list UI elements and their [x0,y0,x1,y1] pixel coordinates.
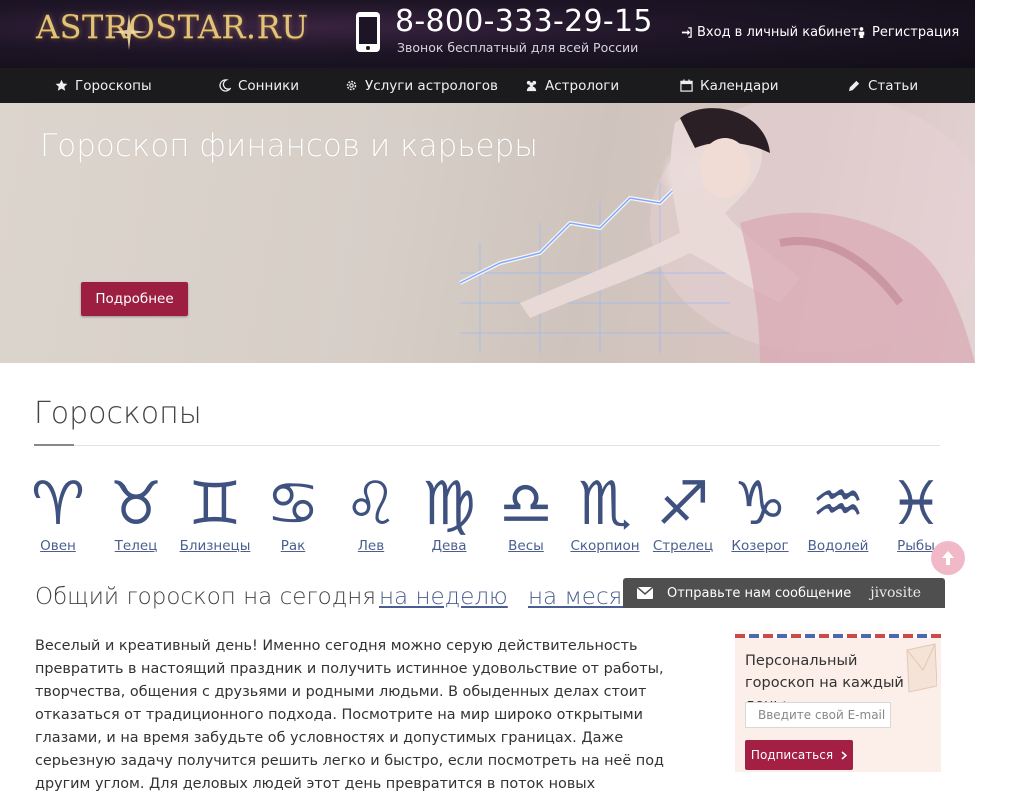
hero-title: Гороскоп финансов и карьеры [40,128,538,164]
hero-banner: Гороскоп финансов и карьеры Подробнее [0,103,975,363]
register-label: Регистрация [872,25,960,40]
chat-widget[interactable]: Отправьте нам сообщение jivosite [623,578,945,608]
zodiac-virgo[interactable]: ♍ Дева [411,470,487,554]
gemini-icon: ♊ [188,469,242,539]
nav-item-articles[interactable]: Статьи [848,68,918,103]
gear-icon [346,80,357,91]
zodiac-cancer[interactable]: ♋ Рак [255,470,331,554]
tab-week[interactable]: на неделю [379,584,508,610]
calendar-icon [680,79,693,92]
capricorn-icon: ♑ [733,469,787,539]
subscribe-button[interactable]: Подписаться [745,740,853,770]
nav-item-services[interactable]: Услуги астрологов [345,68,498,103]
zodiac-leo[interactable]: ♌ Лев [333,470,409,554]
tab-today[interactable]: Общий гороскоп на сегодня [35,584,376,610]
section-divider [34,445,940,446]
zodiac-aquarius[interactable]: ♒ Водолей [800,470,876,554]
sign-in-icon [681,27,692,38]
aries-icon: ♈ [31,469,85,539]
jivosite-logo: jivosite [870,585,921,601]
phone-icon [356,12,380,52]
login-link[interactable]: Вход в личный кабинет [681,25,859,40]
libra-icon: ♎ [499,469,553,539]
users-icon [526,80,537,92]
nav-item-astrologers[interactable]: Астрологи [525,68,619,103]
zodiac-gemini[interactable]: ♊ Близнецы [177,470,253,554]
star-icon [55,79,68,91]
aquarius-icon: ♒ [811,469,865,539]
section-divider-accent [34,444,74,446]
hero-faded-text [680,203,684,222]
email-input[interactable]: Введите свой E-mail [745,702,891,728]
sagittarius-icon: ♐ [656,469,710,539]
zodiac-signs-row: ♈ Овен ♉ Телец ♊ Близнецы ♋ Рак ♌ Лев ♍ … [20,470,950,560]
chevron-right-icon [841,750,848,760]
virgo-icon: ♍ [422,469,476,539]
pisces-icon: ♓ [889,469,943,539]
nav-item-calendars[interactable]: Календари [680,68,779,103]
zodiac-libra[interactable]: ♎ Весы [488,470,564,554]
phone-number[interactable]: 8-800-333-29-15 [395,4,653,39]
taurus-icon: ♉ [109,469,163,539]
zodiac-taurus[interactable]: ♉ Телец [98,470,174,554]
envelope-icon [637,587,653,599]
login-label: Вход в личный кабинет [697,25,859,40]
chat-widget-label: Отправьте нам сообщение [667,585,852,601]
nav-item-horoscopes[interactable]: Гороскопы [55,68,152,103]
arrow-up-icon [942,551,954,565]
hero-more-button[interactable]: Подробнее [81,282,188,316]
zodiac-capricorn[interactable]: ♑ Козерог [722,470,798,554]
site-logo[interactable]: ASTROSTAR.RU [36,8,309,50]
user-icon [858,27,865,38]
scorpio-icon: ♏ [578,469,632,539]
cancer-icon: ♋ [266,469,320,539]
nav-item-dreambooks[interactable]: Сонники [218,68,299,103]
subscribe-box-inner: Персональный гороскоп на каждый день: Вв… [735,638,941,772]
scroll-up-button[interactable] [931,541,965,575]
main-nav: Гороскопы Сонники Услуги астрологов Астр… [0,68,975,103]
tab-month[interactable]: на месяц [528,584,638,610]
horoscope-text: Веселый и креативный день! Именно сегодн… [35,638,664,792]
zodiac-scorpio[interactable]: ♏ Скорпион [567,470,643,554]
section-title: Гороскопы [34,396,202,431]
site-header: ASTROSTAR.RU 8-800-333-29-15 Звонок бесп… [0,0,975,68]
phone-note: Звонок бесплатный для всей России [397,40,639,55]
zodiac-aries[interactable]: ♈ Овен [20,470,96,554]
leo-icon: ♌ [344,469,398,539]
pencil-icon [848,80,860,92]
register-link[interactable]: Регистрация [856,25,959,40]
moon-icon [219,79,231,92]
zodiac-sagittarius[interactable]: ♐ Стрелец [645,470,721,554]
subscribe-box: Персональный гороскоп на каждый день: Вв… [735,630,941,772]
subscribe-button-label: Подписаться [750,748,834,762]
